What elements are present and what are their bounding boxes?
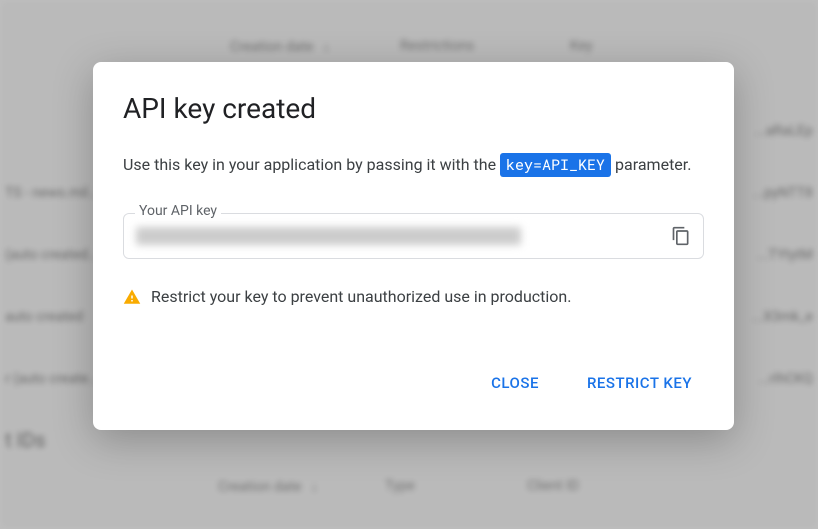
desc-prefix: Use this key in your application by pass… — [123, 155, 500, 174]
desc-suffix: parameter. — [615, 155, 691, 174]
api-key-box — [123, 213, 704, 259]
dialog-actions: CLOSE RESTRICT KEY — [123, 366, 704, 400]
code-parameter-chip: key=API_KEY — [500, 153, 611, 177]
copy-icon[interactable] — [671, 226, 691, 246]
warning-row: Restrict your key to prevent unauthorize… — [123, 287, 704, 306]
dialog-title: API key created — [123, 92, 704, 125]
dialog-description: Use this key in your application by pass… — [123, 153, 704, 177]
restrict-key-button[interactable]: RESTRICT KEY — [575, 366, 704, 400]
api-key-value-redacted — [136, 227, 521, 245]
close-button[interactable]: CLOSE — [479, 366, 551, 400]
warning-icon — [123, 288, 141, 306]
warning-text: Restrict your key to prevent unauthorize… — [151, 287, 571, 306]
field-label: Your API key — [135, 203, 221, 219]
api-key-created-dialog: API key created Use this key in your app… — [93, 62, 734, 430]
api-key-field: Your API key — [123, 213, 704, 259]
